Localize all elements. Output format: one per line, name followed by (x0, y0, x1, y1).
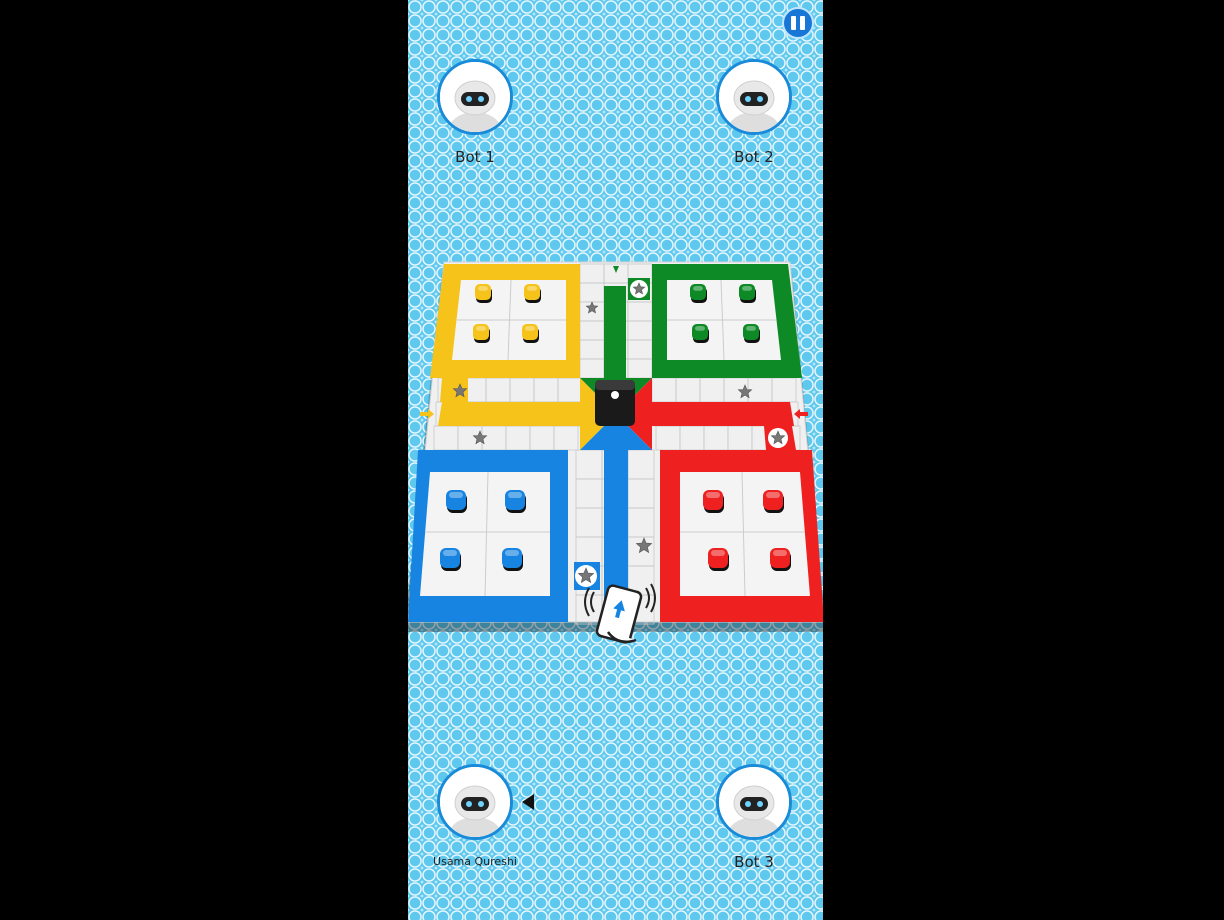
green-home-lane (604, 286, 626, 380)
red-token[interactable] (708, 548, 729, 571)
bot1-name: Bot 1 (455, 148, 495, 166)
bot2-avatar (716, 59, 792, 135)
game-screen: Bot 1 Bot 2 Usama Qureshi Bot 3 (408, 0, 823, 920)
yellow-token[interactable] (475, 284, 492, 303)
yellow-home-lane (438, 402, 580, 426)
star-icon (768, 428, 788, 448)
red-home-lane (652, 402, 794, 426)
green-token[interactable] (739, 284, 756, 303)
star-icon (575, 565, 597, 587)
robot-avatar-icon (719, 62, 789, 132)
turn-pointer-icon (522, 794, 534, 810)
bot1-avatar (437, 59, 513, 135)
green-token[interactable] (690, 284, 707, 303)
red-token[interactable] (770, 548, 791, 571)
dice-icon[interactable] (595, 380, 635, 426)
yellow-token[interactable] (522, 324, 539, 343)
red-token[interactable] (763, 490, 784, 513)
robot-avatar-icon (440, 62, 510, 132)
yellow-token[interactable] (524, 284, 541, 303)
green-token[interactable] (692, 324, 709, 343)
green-token[interactable] (743, 324, 760, 343)
bot3-name: Bot 3 (734, 853, 774, 871)
blue-token[interactable] (446, 490, 467, 513)
star-icon (630, 280, 648, 298)
blue-token[interactable] (502, 548, 523, 571)
user-name: Usama Qureshi (433, 855, 517, 868)
red-token[interactable] (703, 490, 724, 513)
yellow-token[interactable] (473, 324, 490, 343)
robot-avatar-icon (440, 767, 510, 837)
blue-token[interactable] (440, 548, 461, 571)
blue-home-lane (604, 450, 628, 600)
bot2-name: Bot 2 (734, 148, 774, 166)
bot3-avatar (716, 764, 792, 840)
user-avatar (437, 764, 513, 840)
blue-token[interactable] (505, 490, 526, 513)
robot-avatar-icon (719, 767, 789, 837)
